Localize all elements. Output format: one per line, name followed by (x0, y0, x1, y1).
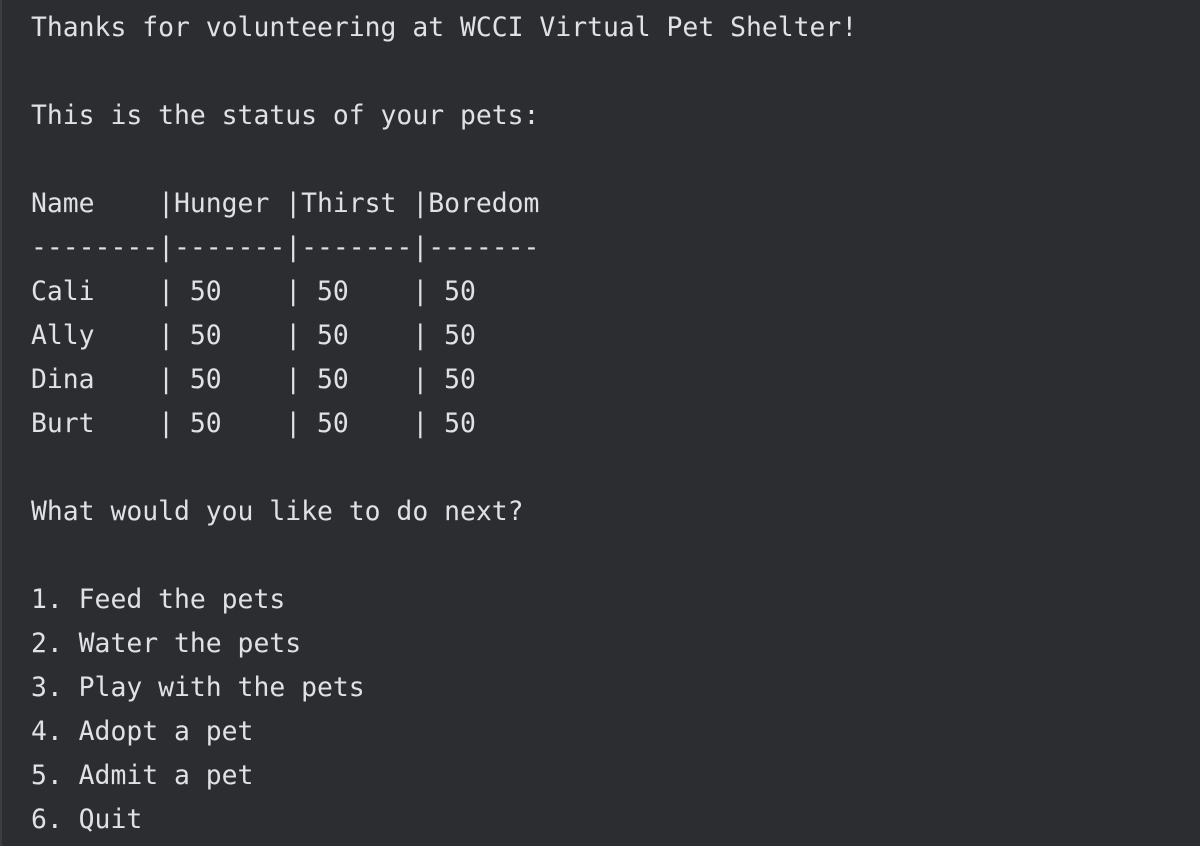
table-row-dina: Dina | 50 | 50 | 50 (31, 364, 476, 395)
status-intro-line: This is the status of your pets: (31, 100, 540, 131)
greeting-line: Thanks for volunteering at WCCI Virtual … (31, 12, 858, 43)
menu-option-feed: 1. Feed the pets (31, 584, 286, 615)
menu-option-quit: 6. Quit (31, 804, 143, 835)
table-separator: --------|-------|-------|------- (31, 232, 540, 263)
menu-option-water: 2. Water the pets (31, 628, 302, 659)
menu-option-adopt: 4. Adopt a pet (31, 716, 254, 747)
menu-option-play: 3. Play with the pets (31, 672, 365, 703)
next-action-prompt: What would you like to do next? (31, 496, 524, 527)
table-row-cali: Cali | 50 | 50 | 50 (31, 276, 476, 307)
table-row-burt: Burt | 50 | 50 | 50 (31, 408, 476, 439)
console-output: Thanks for volunteering at WCCI Virtual … (0, 0, 1200, 846)
menu-option-admit: 5. Admit a pet (31, 760, 254, 791)
table-header: Name |Hunger |Thirst |Boredom (31, 188, 540, 219)
table-row-ally: Ally | 50 | 50 | 50 (31, 320, 476, 351)
